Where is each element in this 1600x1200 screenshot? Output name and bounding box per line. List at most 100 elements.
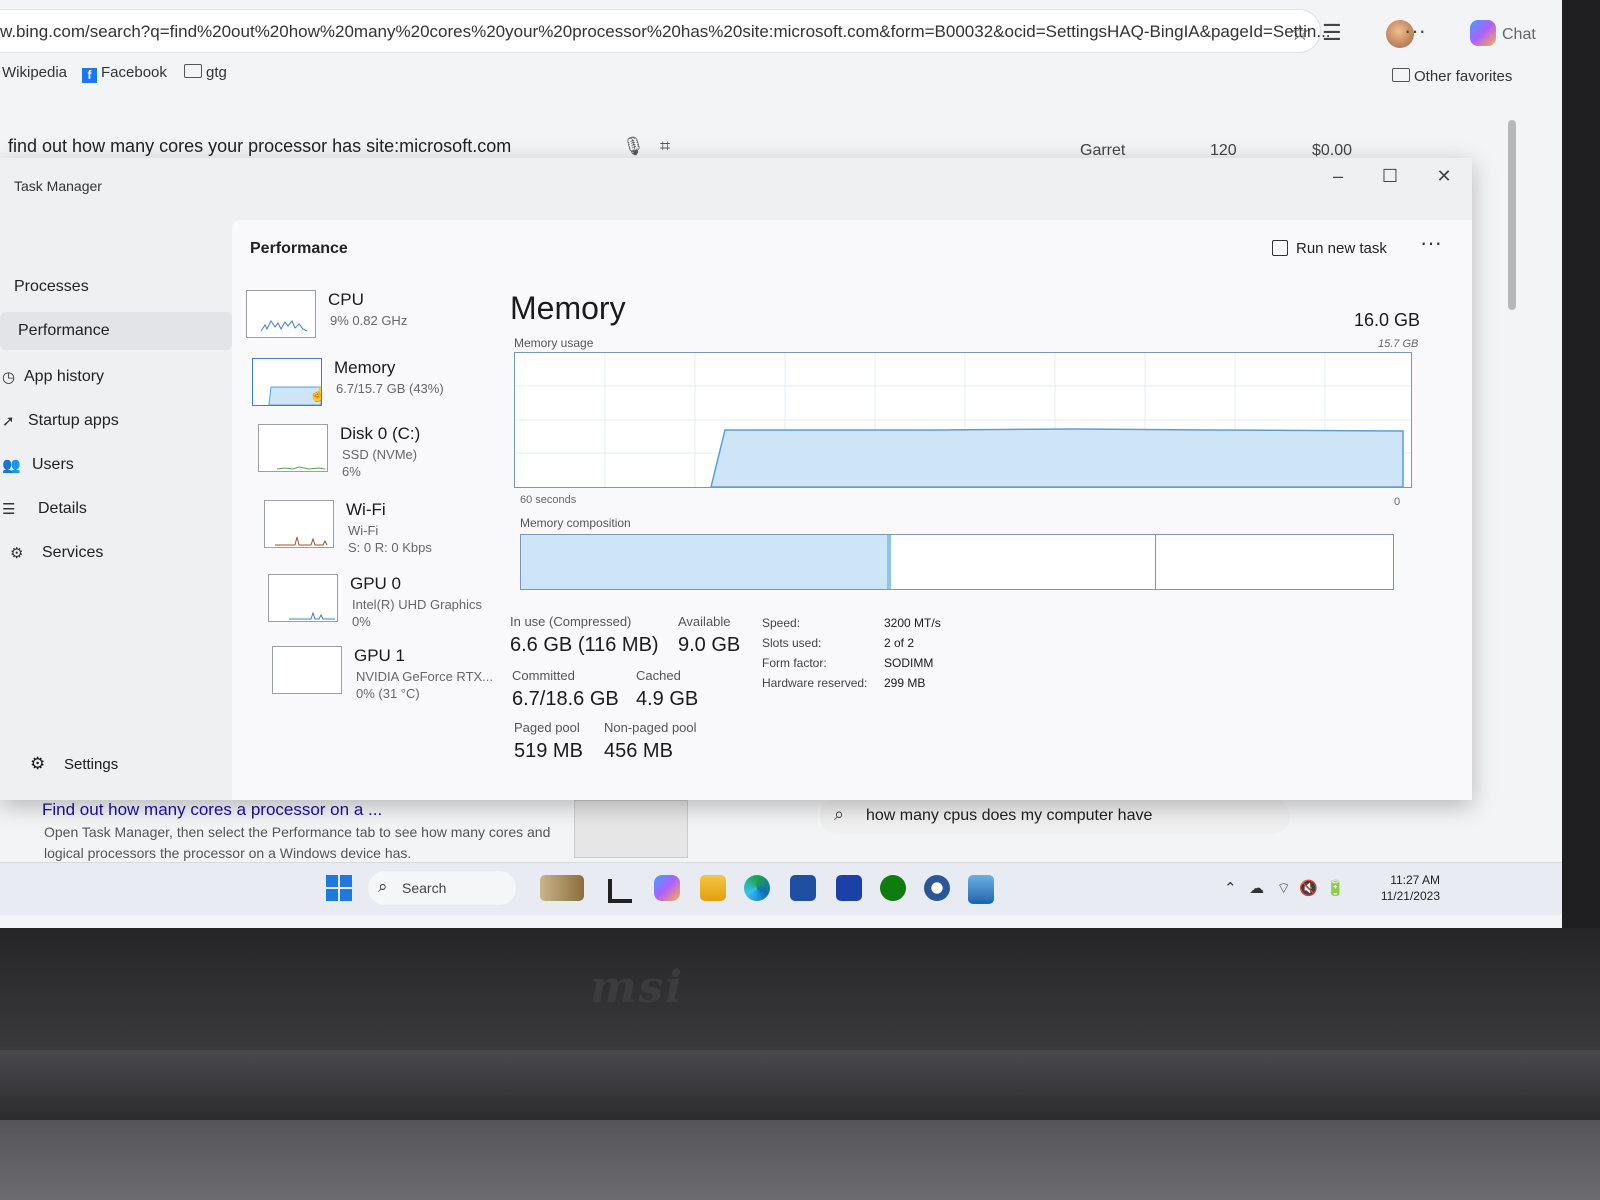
clock-date[interactable]: 11/21/2023 (1366, 889, 1440, 903)
microphone-icon[interactable]: 🎙 (622, 136, 645, 157)
page-scrollbar[interactable] (1508, 110, 1518, 870)
device-gpu-1[interactable]: GPU 1 NVIDIA GeForce RTX... 0% (31 °C) (272, 646, 508, 706)
msi-logo: msi (590, 962, 685, 1013)
clock-time[interactable]: 11:27 AM (1380, 873, 1440, 887)
favorite-star-icon[interactable]: ☆ (1290, 20, 1310, 46)
memory-usage-area (710, 428, 1404, 488)
more-options-icon[interactable]: ··· (1420, 230, 1442, 256)
device-detail-line: SSD (NVMe) (342, 447, 418, 462)
maximize-button[interactable]: ☐ (1368, 162, 1412, 190)
laptop-chassis (0, 928, 1600, 1050)
sidebar-item-processes[interactable]: Processes (0, 268, 232, 306)
gpu1-thumbnail-graph (272, 646, 342, 694)
device-gpu-0[interactable]: GPU 0 Intel(R) UHD Graphics 0% (268, 574, 504, 634)
sidebar-item-users[interactable]: 👥 Users (0, 446, 232, 484)
device-wifi[interactable]: Wi-Fi Wi-Fi S: 0 R: 0 Kbps (264, 500, 500, 560)
graph-zero-label: 0 (1394, 496, 1401, 508)
composition-modified[interactable] (887, 535, 891, 589)
security-app-icon[interactable] (836, 875, 862, 901)
device-name: Wi-Fi (346, 500, 386, 519)
search-icon: ⌕ (378, 877, 388, 896)
sidebar-item-performance[interactable]: Performance (0, 312, 232, 350)
settings-app-icon[interactable] (924, 875, 950, 901)
other-favorites[interactable]: Other favorites (1392, 68, 1512, 85)
file-explorer-icon[interactable] (700, 875, 726, 901)
task-manager-window: Task Manager – ☐ ✕ Processes Performance… (0, 158, 1472, 800)
settings-label: Settings (64, 756, 119, 773)
run-new-task-button[interactable]: Run new task (1272, 240, 1387, 257)
favorite-gtg[interactable]: gtg (184, 64, 227, 81)
committed-label: Committed (512, 668, 575, 683)
search-result-snippet: Open Task Manager, then select the Perfo… (44, 824, 551, 861)
sidebar-item-label: Users (32, 456, 74, 473)
device-memory[interactable]: ☝ Memory 6.7/15.7 GB (43%) (252, 358, 488, 418)
search-result-title[interactable]: Find out how many cores a processor on a… (42, 800, 382, 820)
related-search[interactable]: ⌕ how many cpus does my computer have (820, 798, 1290, 834)
close-button[interactable]: ✕ (1422, 162, 1466, 190)
sidebar-item-details[interactable]: ☰ Details (0, 490, 232, 528)
folder-icon (1392, 68, 1410, 82)
available-label: Available (678, 614, 731, 629)
device-name: Disk 0 (C:) (340, 424, 421, 443)
windows-start-icon[interactable] (326, 875, 352, 901)
page-title: Performance (250, 240, 348, 257)
memory-usage-svg (515, 353, 1411, 488)
non-paged-pool-value: 456 MB (604, 740, 673, 762)
gear-icon: ⚙ (30, 754, 46, 773)
form-factor-value: SODIMM (884, 656, 934, 670)
copilot-icon[interactable] (654, 875, 680, 901)
disk-thumbnail-graph (258, 424, 328, 472)
minimize-button[interactable]: – (1316, 162, 1360, 190)
chat-button[interactable]: Chat (1502, 26, 1536, 44)
favorites-icon[interactable]: ☰ (1322, 20, 1342, 46)
memory-total: 16.0 GB (1354, 310, 1421, 330)
more-menu-icon[interactable]: ··· (1404, 18, 1426, 44)
sidebar-item-app-history[interactable]: ◷ App history (0, 358, 232, 396)
xbox-icon[interactable] (880, 875, 906, 901)
scroll-thumb[interactable] (1508, 120, 1516, 310)
device-disk[interactable]: Disk 0 (C:) SSD (NVMe) 6% (258, 424, 494, 484)
device-detail: 9% 0.82 GHz (330, 313, 408, 328)
memory-composition-bar (520, 534, 1394, 590)
visual-search-icon[interactable]: ⌗ (660, 136, 670, 157)
svg-text:☝: ☝ (309, 385, 321, 403)
search-result-thumbnail[interactable] (574, 800, 688, 858)
other-favorites-label: Other favorites (1414, 68, 1513, 85)
startup-icon: ➚ (2, 413, 15, 430)
favorite-wikipedia[interactable]: Wikipedia (2, 64, 67, 81)
memory-usage-max: 15.7 GB (1378, 338, 1419, 350)
store-icon[interactable] (790, 875, 816, 901)
widgets-icon[interactable] (540, 875, 584, 901)
sidebar-item-services[interactable]: ⚙ Services (0, 534, 232, 572)
address-url[interactable]: w.bing.com/search?q=find%20out%20how%20m… (0, 22, 1331, 42)
available-value: 9.0 GB (678, 634, 741, 656)
device-detail: NVIDIA GeForce RTX... 0% (31 °C) (356, 668, 493, 702)
in-use-value: 6.6 GB (116 MB) (510, 634, 659, 656)
favorite-gtg-label: gtg (206, 64, 227, 81)
taskbar-search[interactable]: ⌕ Search (368, 871, 516, 905)
run-new-task-label: Run new task (1296, 240, 1387, 257)
keyboard-deck (0, 1120, 1600, 1200)
device-detail-line: Intel(R) UHD Graphics (352, 597, 483, 612)
taskbar: ⌕ Search ⌃ ☁ ⌔ 🔇 🔋 11:27 AM 11/21/2023 (0, 862, 1562, 915)
bing-search-query[interactable]: find out how many cores your processor h… (8, 136, 511, 157)
memory-usage-label: Memory usage (514, 336, 594, 350)
system-tray[interactable]: ⌃ ☁ ⌔ 🔇 🔋 (1224, 879, 1345, 898)
composition-standby-divider (1155, 535, 1156, 589)
task-manager-icon[interactable] (968, 875, 994, 904)
sidebar-item-startup-apps[interactable]: ➚ Startup apps (0, 402, 232, 440)
edge-icon[interactable] (744, 875, 770, 901)
terminal-icon[interactable] (608, 879, 632, 903)
favorite-facebook[interactable]: f Facebook (82, 64, 167, 83)
device-cpu[interactable]: CPU 9% 0.82 GHz (246, 290, 482, 350)
paged-pool-value: 519 MB (514, 740, 583, 762)
memory-title: Memory (510, 290, 626, 326)
device-detail-line: 6% (342, 464, 361, 479)
in-use-label: In use (Compressed) (510, 614, 632, 629)
address-bar[interactable]: w.bing.com/search?q=find%20out%20how%20m… (0, 10, 1331, 52)
device-detail: 6.7/15.7 GB (43%) (336, 381, 444, 396)
composition-in-use[interactable] (521, 535, 889, 589)
device-name: Memory (334, 358, 396, 377)
device-detail-line: NVIDIA GeForce RTX... (356, 669, 494, 684)
copilot-icon[interactable] (1470, 20, 1496, 46)
